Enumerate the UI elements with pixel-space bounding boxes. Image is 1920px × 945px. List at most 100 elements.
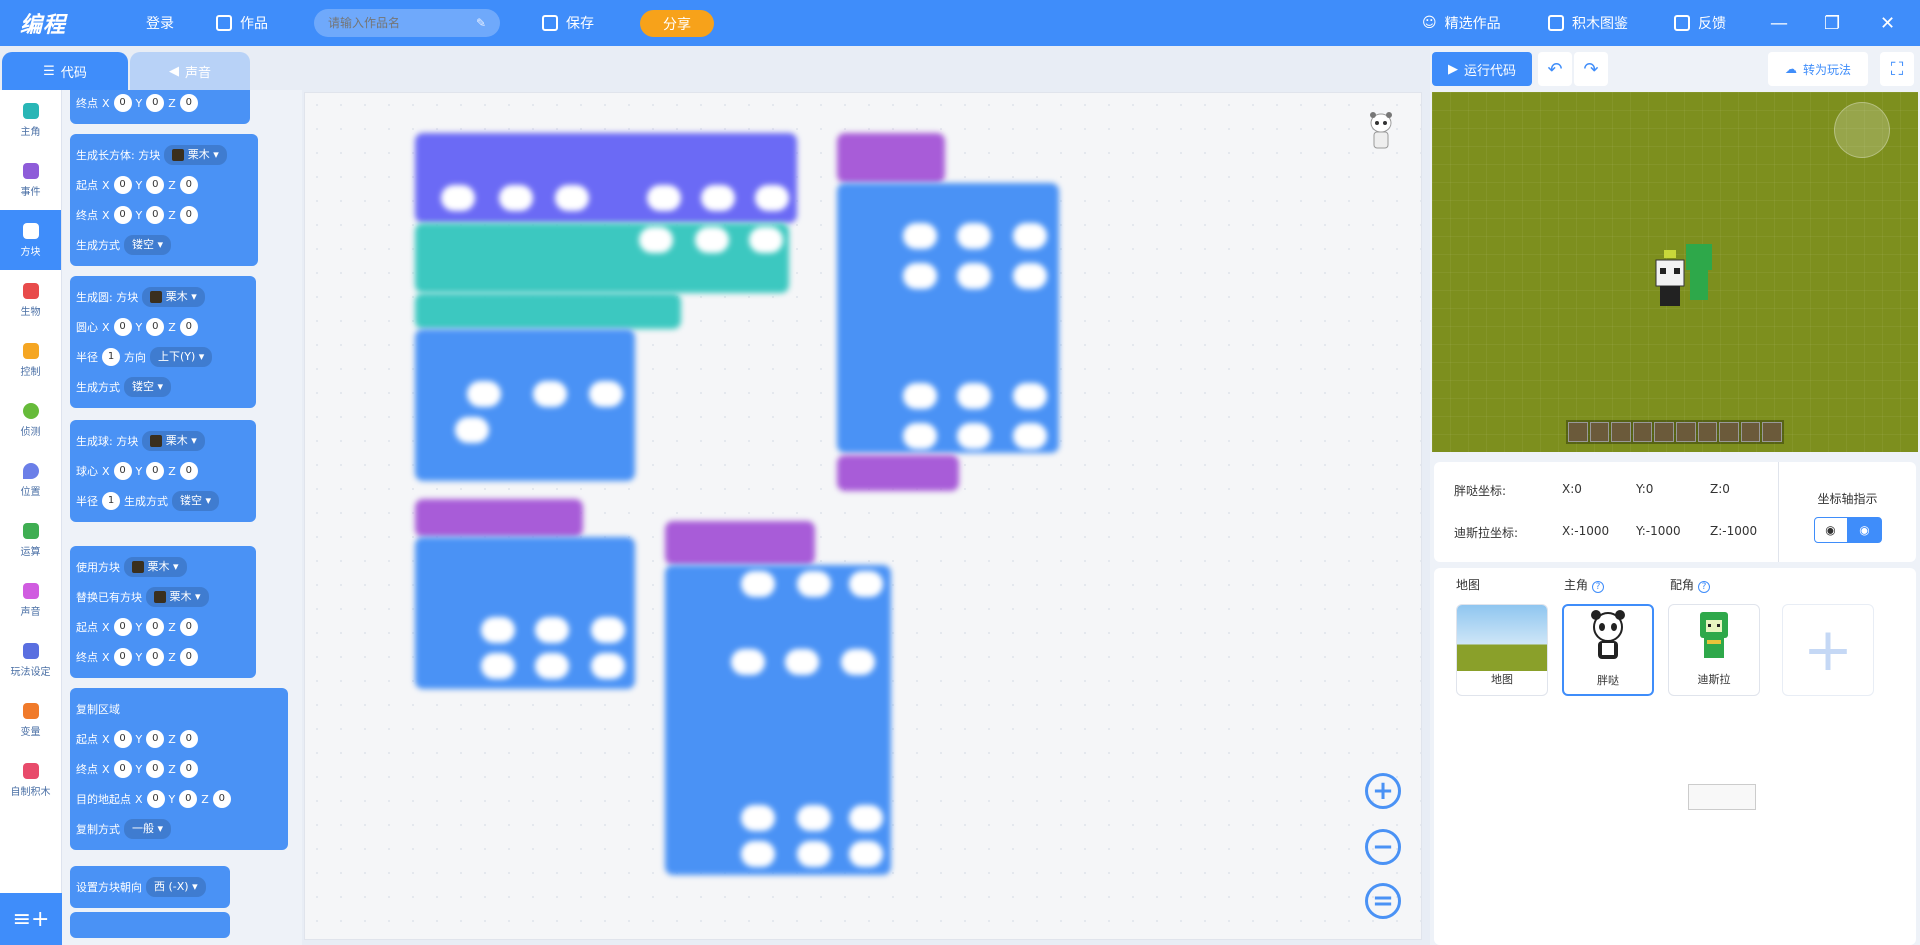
- x-input[interactable]: 0: [113, 176, 132, 194]
- x-input[interactable]: 0: [113, 462, 132, 480]
- x-input[interactable]: 0: [146, 790, 165, 808]
- z-input[interactable]: 0: [179, 206, 198, 224]
- y-input[interactable]: 0: [146, 730, 165, 748]
- convert-to-gameplay-button[interactable]: ☁ 转为玩法: [1768, 52, 1868, 86]
- x-input[interactable]: 0: [113, 760, 132, 778]
- login-button[interactable]: 登录: [146, 0, 174, 46]
- block-stack-1[interactable]: [415, 329, 635, 481]
- mode-dropdown[interactable]: 镂空 ▾: [124, 235, 172, 255]
- category-custom[interactable]: 自制积木: [0, 750, 61, 810]
- y-input[interactable]: 0: [146, 462, 165, 480]
- end-point-block[interactable]: 终点 X 0 Y 0 Z 0: [70, 90, 250, 124]
- z-input[interactable]: 0: [179, 618, 198, 636]
- radius-input[interactable]: 1: [102, 492, 120, 510]
- x-input[interactable]: 0: [113, 730, 132, 748]
- event-block-2[interactable]: [837, 133, 945, 183]
- z-input[interactable]: 0: [179, 176, 198, 194]
- help-icon[interactable]: ?: [1592, 581, 1605, 593]
- add-sprite-button[interactable]: +: [1782, 604, 1874, 696]
- control-block[interactable]: [415, 499, 583, 537]
- control-block-2[interactable]: [837, 455, 959, 491]
- blocks-catalog-button[interactable]: 积木图鉴: [1548, 0, 1628, 46]
- zoom-in-button[interactable]: +: [1365, 773, 1401, 809]
- tab-sound[interactable]: ◀ 声音: [130, 52, 250, 90]
- block-stack-2[interactable]: [415, 537, 635, 689]
- y-input[interactable]: 0: [146, 318, 165, 336]
- category-block[interactable]: 方块: [0, 210, 61, 270]
- run-code-button[interactable]: ▶ 运行代码: [1432, 52, 1532, 86]
- z-input[interactable]: 0: [179, 462, 198, 480]
- share-button[interactable]: 分享: [640, 10, 714, 37]
- mode-dropdown[interactable]: 镂空 ▾: [124, 377, 172, 397]
- x-input[interactable]: 0: [113, 318, 132, 336]
- x-input[interactable]: 0: [113, 94, 132, 112]
- z-input[interactable]: 0: [179, 730, 198, 748]
- hero-card[interactable]: 胖哒: [1562, 604, 1654, 696]
- x-input[interactable]: 0: [113, 206, 132, 224]
- z-input[interactable]: 0: [179, 94, 198, 112]
- block-dropdown[interactable]: 栗木 ▾: [142, 431, 205, 451]
- event-block[interactable]: [415, 133, 797, 223]
- radius-input[interactable]: 1: [102, 348, 120, 366]
- category-control[interactable]: 控制: [0, 330, 61, 390]
- redo-button[interactable]: ↷: [1574, 52, 1608, 86]
- code-workspace[interactable]: + − =: [304, 92, 1422, 940]
- close-button[interactable]: ✕: [1880, 0, 1895, 46]
- feedback-button[interactable]: 反馈: [1674, 0, 1726, 46]
- gen-cuboid-block[interactable]: 生成长方体: 方块 栗木 ▾ 起点 X 0 Y 0 Z 0 终点 X 0 Y 0 Z 0 生成方式 镂空 …: [70, 134, 258, 266]
- block-stack-3[interactable]: [837, 183, 1059, 453]
- x-input[interactable]: 0: [113, 648, 132, 666]
- gen-circle-block[interactable]: 生成圆: 方块 栗木 ▾ 圆心 X 0 Y 0 Z 0 半径 1 方向 上下(Y) ▾ 生成方式镂…: [70, 276, 256, 408]
- y-input[interactable]: 0: [146, 94, 165, 112]
- category-hero[interactable]: 主角: [0, 90, 61, 150]
- app-logo[interactable]: 编程: [20, 0, 66, 46]
- category-gameplay[interactable]: 玩法设定: [0, 630, 61, 690]
- block-dropdown[interactable]: 栗木 ▾: [164, 145, 227, 165]
- use-block-block[interactable]: 使用方块 栗木 ▾ 替换已有方块 栗木 ▾ 起点 X 0 Y 0 Z 0 终点 X 0 Y 0 Z 0: [70, 546, 256, 678]
- category-sound[interactable]: 声音: [0, 570, 61, 630]
- block-dropdown[interactable]: 栗木 ▾: [146, 587, 209, 607]
- copy-mode-dropdown[interactable]: 一般 ▾: [124, 819, 172, 839]
- z-input[interactable]: 0: [179, 648, 198, 666]
- game-stage[interactable]: [1432, 92, 1918, 452]
- y-input[interactable]: 0: [179, 790, 198, 808]
- category-variable[interactable]: 变量: [0, 690, 61, 750]
- category-sensing[interactable]: 侦测: [0, 390, 61, 450]
- zoom-reset-button[interactable]: =: [1365, 883, 1401, 919]
- tab-code[interactable]: ☰ 代码: [2, 52, 128, 90]
- z-input[interactable]: 0: [179, 760, 198, 778]
- palette-block-partial[interactable]: [70, 912, 230, 938]
- category-event[interactable]: 事件: [0, 150, 61, 210]
- facing-dropdown[interactable]: 西 (-X) ▾: [146, 877, 206, 897]
- restore-button[interactable]: ❐: [1824, 0, 1840, 46]
- featured-button[interactable]: ☺ 精选作品: [1422, 0, 1501, 46]
- y-input[interactable]: 0: [146, 206, 165, 224]
- axis-on-toggle[interactable]: ◉: [1847, 517, 1882, 543]
- block-dropdown[interactable]: 栗木 ▾: [124, 557, 187, 577]
- works-button[interactable]: 作品: [216, 0, 268, 46]
- hero-block[interactable]: [415, 223, 789, 293]
- title-field[interactable]: ✎: [314, 9, 500, 37]
- mode-dropdown[interactable]: 镂空 ▾: [172, 491, 220, 511]
- block-stack-4[interactable]: [665, 565, 891, 875]
- z-input[interactable]: 0: [179, 318, 198, 336]
- z-input[interactable]: 0: [212, 790, 231, 808]
- axis-off-toggle[interactable]: ◉: [1813, 517, 1848, 543]
- category-operator[interactable]: 运算: [0, 510, 61, 570]
- minimize-button[interactable]: —: [1770, 0, 1788, 46]
- y-input[interactable]: 0: [146, 760, 165, 778]
- gen-sphere-block[interactable]: 生成球: 方块 栗木 ▾ 球心 X 0 Y 0 Z 0 半径 1 生成方式 镂空 ▾: [70, 420, 256, 522]
- y-input[interactable]: 0: [146, 648, 165, 666]
- set-facing-block[interactable]: 设置方块朝向西 (-X) ▾: [70, 866, 230, 908]
- zoom-out-button[interactable]: −: [1365, 829, 1401, 865]
- fullscreen-button[interactable]: ⛶: [1880, 52, 1914, 86]
- category-position[interactable]: 位置: [0, 450, 61, 510]
- partner-card[interactable]: 迪斯拉: [1668, 604, 1760, 696]
- copy-area-block[interactable]: 复制区域 起点 X 0 Y 0 Z 0 终点 X 0 Y 0 Z 0 目的地起点 X 0 Y 0 Z 0 复制方式一…: [70, 688, 288, 850]
- block-dropdown[interactable]: 栗木 ▾: [142, 287, 205, 307]
- y-input[interactable]: 0: [146, 618, 165, 636]
- map-card[interactable]: 地图: [1456, 604, 1548, 696]
- extensions-button[interactable]: ≡+: [0, 893, 62, 945]
- save-button[interactable]: 保存: [542, 0, 594, 46]
- direction-dropdown[interactable]: 上下(Y) ▾: [150, 347, 213, 367]
